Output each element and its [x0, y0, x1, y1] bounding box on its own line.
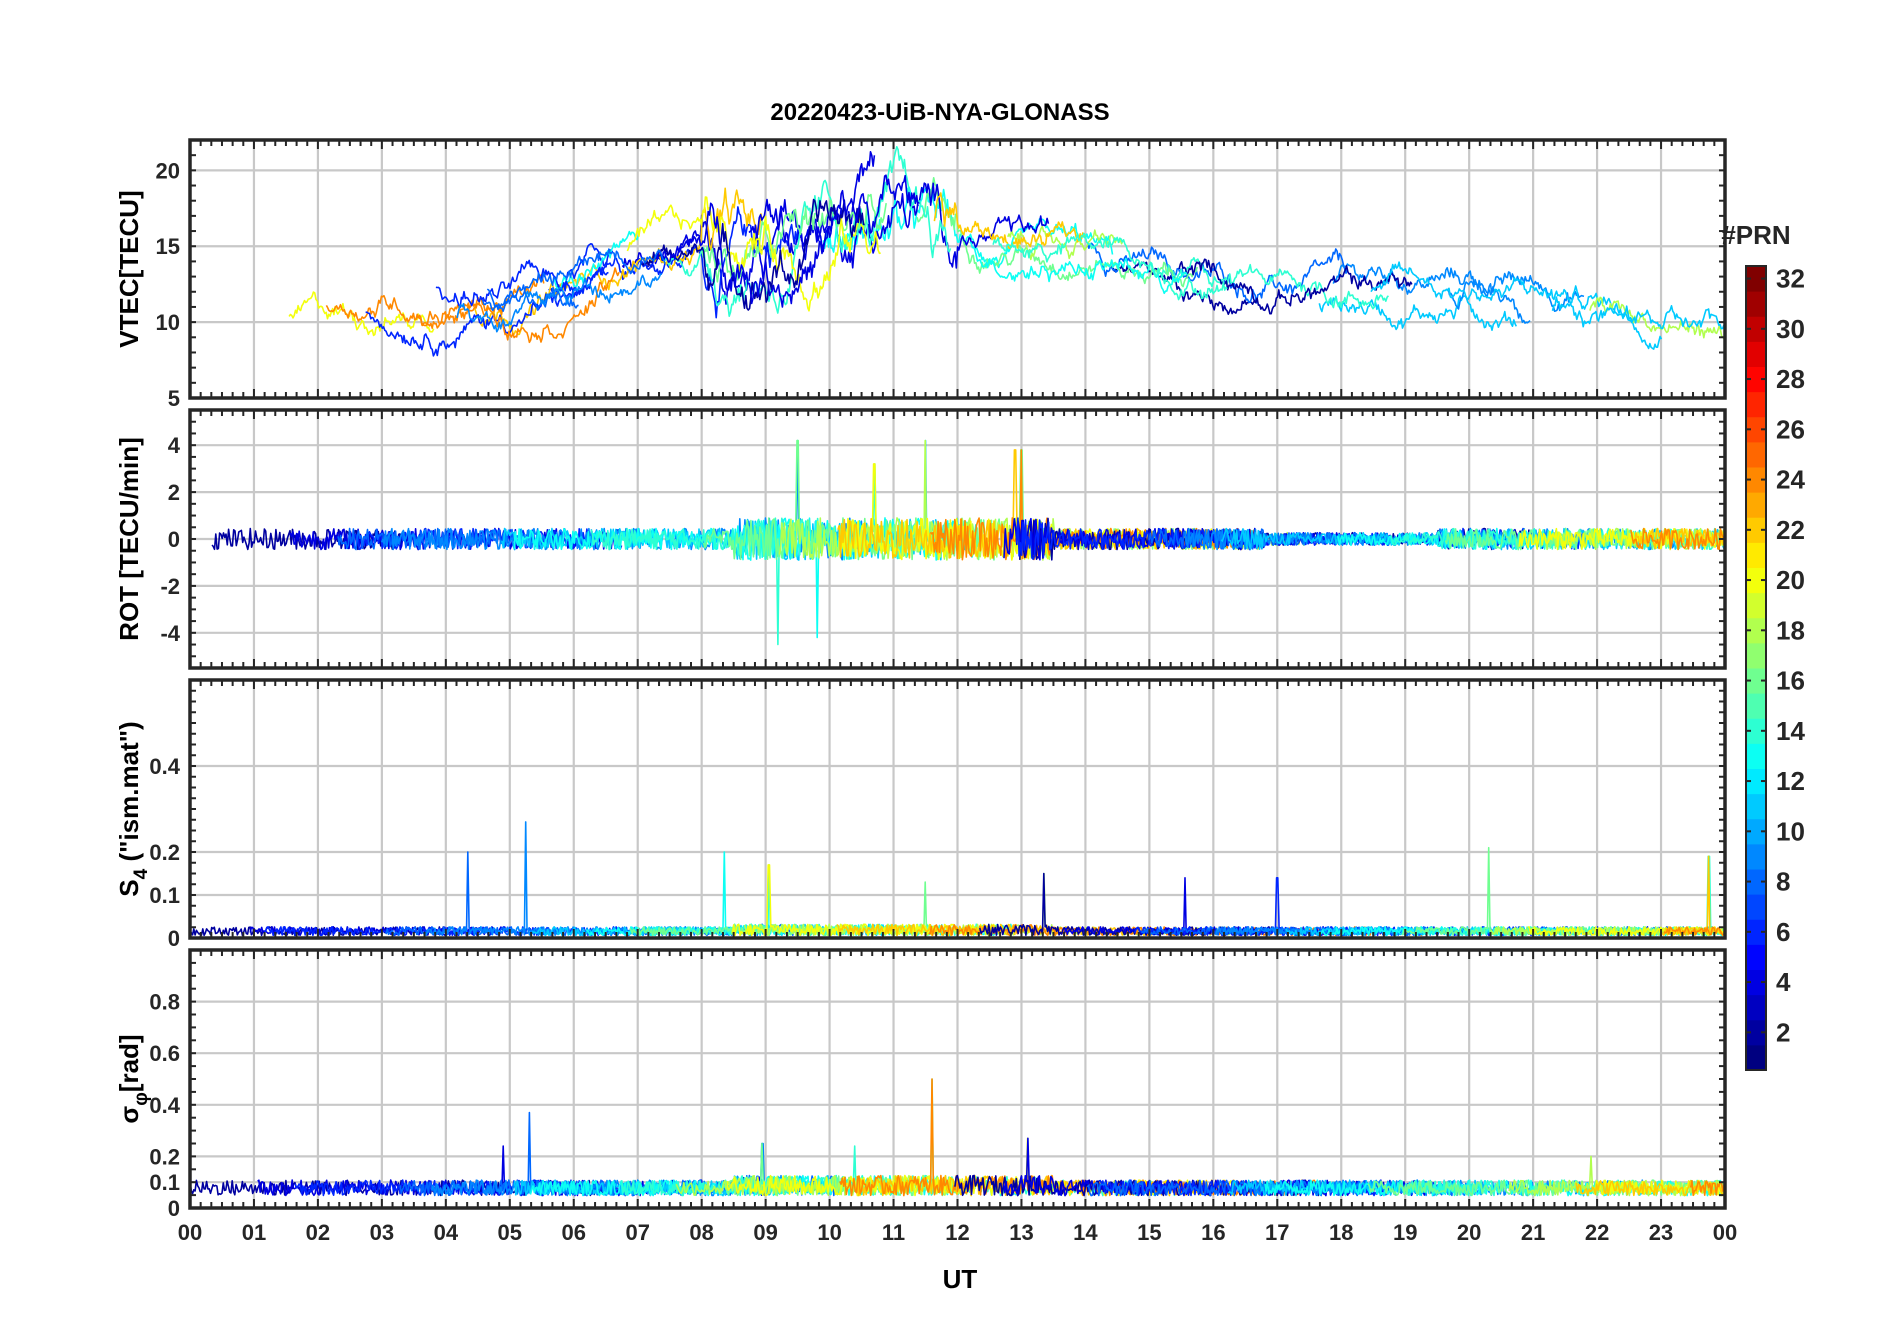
- colorbar-tick-label: 20: [1776, 565, 1805, 595]
- colorbar-segment: [1746, 843, 1766, 870]
- y-tick-label: 0.6: [149, 1041, 180, 1066]
- colorbar-segment: [1746, 592, 1766, 619]
- y-axis-label-base: S: [114, 879, 144, 896]
- x-tick-label: 00: [178, 1220, 202, 1245]
- y-tick-label: 0: [168, 527, 180, 552]
- y-tick-label: 0: [168, 926, 180, 951]
- x-tick-label: 20: [1457, 1220, 1481, 1245]
- colorbar-segment: [1746, 994, 1766, 1021]
- x-tick-label: 16: [1201, 1220, 1225, 1245]
- y-axis-label-rest: ("ism.mat"): [114, 721, 144, 868]
- figure: 20220423-UiB-NYA-GLONASS 5101520VTEC[TEC…: [114, 99, 1805, 1294]
- colorbar-tick-label: 4: [1776, 967, 1791, 997]
- x-tick-label: 03: [370, 1220, 394, 1245]
- chart-title: 20220423-UiB-NYA-GLONASS: [770, 99, 1109, 126]
- colorbar-tick-label: 22: [1776, 515, 1805, 545]
- y-tick-label: 0.1: [149, 1170, 180, 1195]
- x-tick-label: 17: [1265, 1220, 1289, 1245]
- y-axis-label: S4 ("ism.mat"): [114, 721, 152, 896]
- x-tick-label: 06: [562, 1220, 586, 1245]
- colorbar-segment: [1746, 1044, 1766, 1071]
- chart-panels: 5101520VTEC[TECU]-4-2024ROT [TECU/min]00…: [114, 138, 1737, 1245]
- colorbar-segment: [1746, 642, 1766, 669]
- colorbar-tick-label: 12: [1776, 766, 1805, 796]
- colorbar-segment: [1746, 944, 1766, 970]
- x-tick-label: 09: [753, 1220, 777, 1245]
- y-axis-label: ROT [TECU/min]: [114, 437, 144, 641]
- colorbar-tick-label: 30: [1776, 314, 1805, 344]
- y-tick-label: 0.2: [149, 840, 180, 865]
- colorbar-tick-label: 14: [1776, 716, 1805, 746]
- y-tick-label: 4: [168, 433, 181, 458]
- y-tick-label: -2: [160, 574, 180, 599]
- y-tick-label: 2: [168, 480, 180, 505]
- y-axis-label: σφ[rad]: [114, 1034, 152, 1123]
- x-tick-label: 15: [1137, 1220, 1161, 1245]
- x-tick-label: 18: [1329, 1220, 1353, 1245]
- y-tick-label: 0.4: [149, 1093, 180, 1118]
- y-tick-label: 0.2: [149, 1144, 180, 1169]
- y-tick-label: 5: [168, 386, 180, 411]
- colorbar-tick-label: 18: [1776, 615, 1805, 645]
- colorbar-tick-label: 6: [1776, 917, 1790, 947]
- panel-vtec: 5 10 15 20 VTEC[TECU]: [114, 138, 1727, 411]
- colorbar-tick-label: 32: [1776, 264, 1805, 294]
- x-tick-label: 04: [434, 1220, 459, 1245]
- panel-rot: -4 -2 0 2 4 ROT [TECU/min]: [114, 408, 1727, 670]
- x-axis-label: UT: [943, 1264, 978, 1294]
- y-axis-label-rest: [rad]: [114, 1034, 144, 1092]
- colorbar-tick-label: 28: [1776, 364, 1805, 394]
- colorbar-tick-label: 8: [1776, 867, 1790, 897]
- x-tick-label: 22: [1585, 1220, 1609, 1245]
- colorbar-segment: [1746, 341, 1766, 367]
- colorbar-tick-label: 10: [1776, 816, 1805, 846]
- panel-s4: 00.10.20.4S4 ("ism.mat"): [114, 678, 1727, 951]
- colorbar-segment: [1746, 894, 1766, 920]
- x-tick-label: 08: [689, 1220, 713, 1245]
- colorbar-segment: [1746, 693, 1766, 719]
- y-axis-label-subscript: 4: [131, 868, 152, 879]
- x-tick-label: 12: [945, 1220, 969, 1245]
- y-axis-label-subscript: φ: [131, 1092, 152, 1106]
- y-tick-label: 0.4: [149, 754, 180, 779]
- colorbar-segment: [1746, 542, 1766, 568]
- panel-sigma_phi: 00.10.2 0.4 0.6 0.8 σφ[rad] 00 01 02 03 04 05 06 07 0…: [114, 948, 1737, 1245]
- colorbar-segment: [1746, 743, 1766, 769]
- colorbar-tick-label: 24: [1776, 465, 1805, 495]
- x-tick-label: 00: [1713, 1220, 1737, 1245]
- x-tick-label: 23: [1649, 1220, 1673, 1245]
- colorbar-segment: [1746, 441, 1766, 468]
- colorbar: #PRN 2468101214161820222426283032: [1721, 220, 1805, 1071]
- x-tick-label: 02: [306, 1220, 330, 1245]
- y-tick-label: 0.1: [149, 883, 180, 908]
- y-tick-label: 0.8: [149, 990, 180, 1015]
- x-tick-label: 21: [1521, 1220, 1545, 1245]
- y-tick-label: 10: [156, 310, 180, 335]
- colorbar-tick-label: 16: [1776, 666, 1805, 696]
- y-axis-label: VTEC[TECU]: [114, 190, 144, 347]
- y-axis-label-base: σ: [114, 1106, 144, 1124]
- x-tick-label: 10: [817, 1220, 841, 1245]
- x-tick-label: 19: [1393, 1220, 1417, 1245]
- y-tick-label: 20: [156, 158, 180, 183]
- y-tick-label: -4: [160, 621, 180, 646]
- colorbar-segment: [1746, 793, 1766, 820]
- colorbar-tick-label: 26: [1776, 414, 1805, 444]
- colorbar-segment: [1746, 391, 1766, 418]
- x-tick-label: 14: [1073, 1220, 1098, 1245]
- colorbar-label: #PRN: [1721, 220, 1790, 250]
- colorbar-segment: [1746, 492, 1766, 518]
- x-tick-label: 13: [1009, 1220, 1033, 1245]
- x-tick-label: 05: [498, 1220, 522, 1245]
- y-tick-label: 0: [168, 1196, 180, 1221]
- colorbar-tick-label: 2: [1776, 1017, 1790, 1047]
- x-tick-label: 01: [242, 1220, 266, 1245]
- x-tick-label: 11: [882, 1220, 905, 1245]
- y-tick-label: 15: [156, 234, 180, 259]
- x-tick-label: 07: [625, 1220, 649, 1245]
- colorbar-segment: [1746, 291, 1766, 317]
